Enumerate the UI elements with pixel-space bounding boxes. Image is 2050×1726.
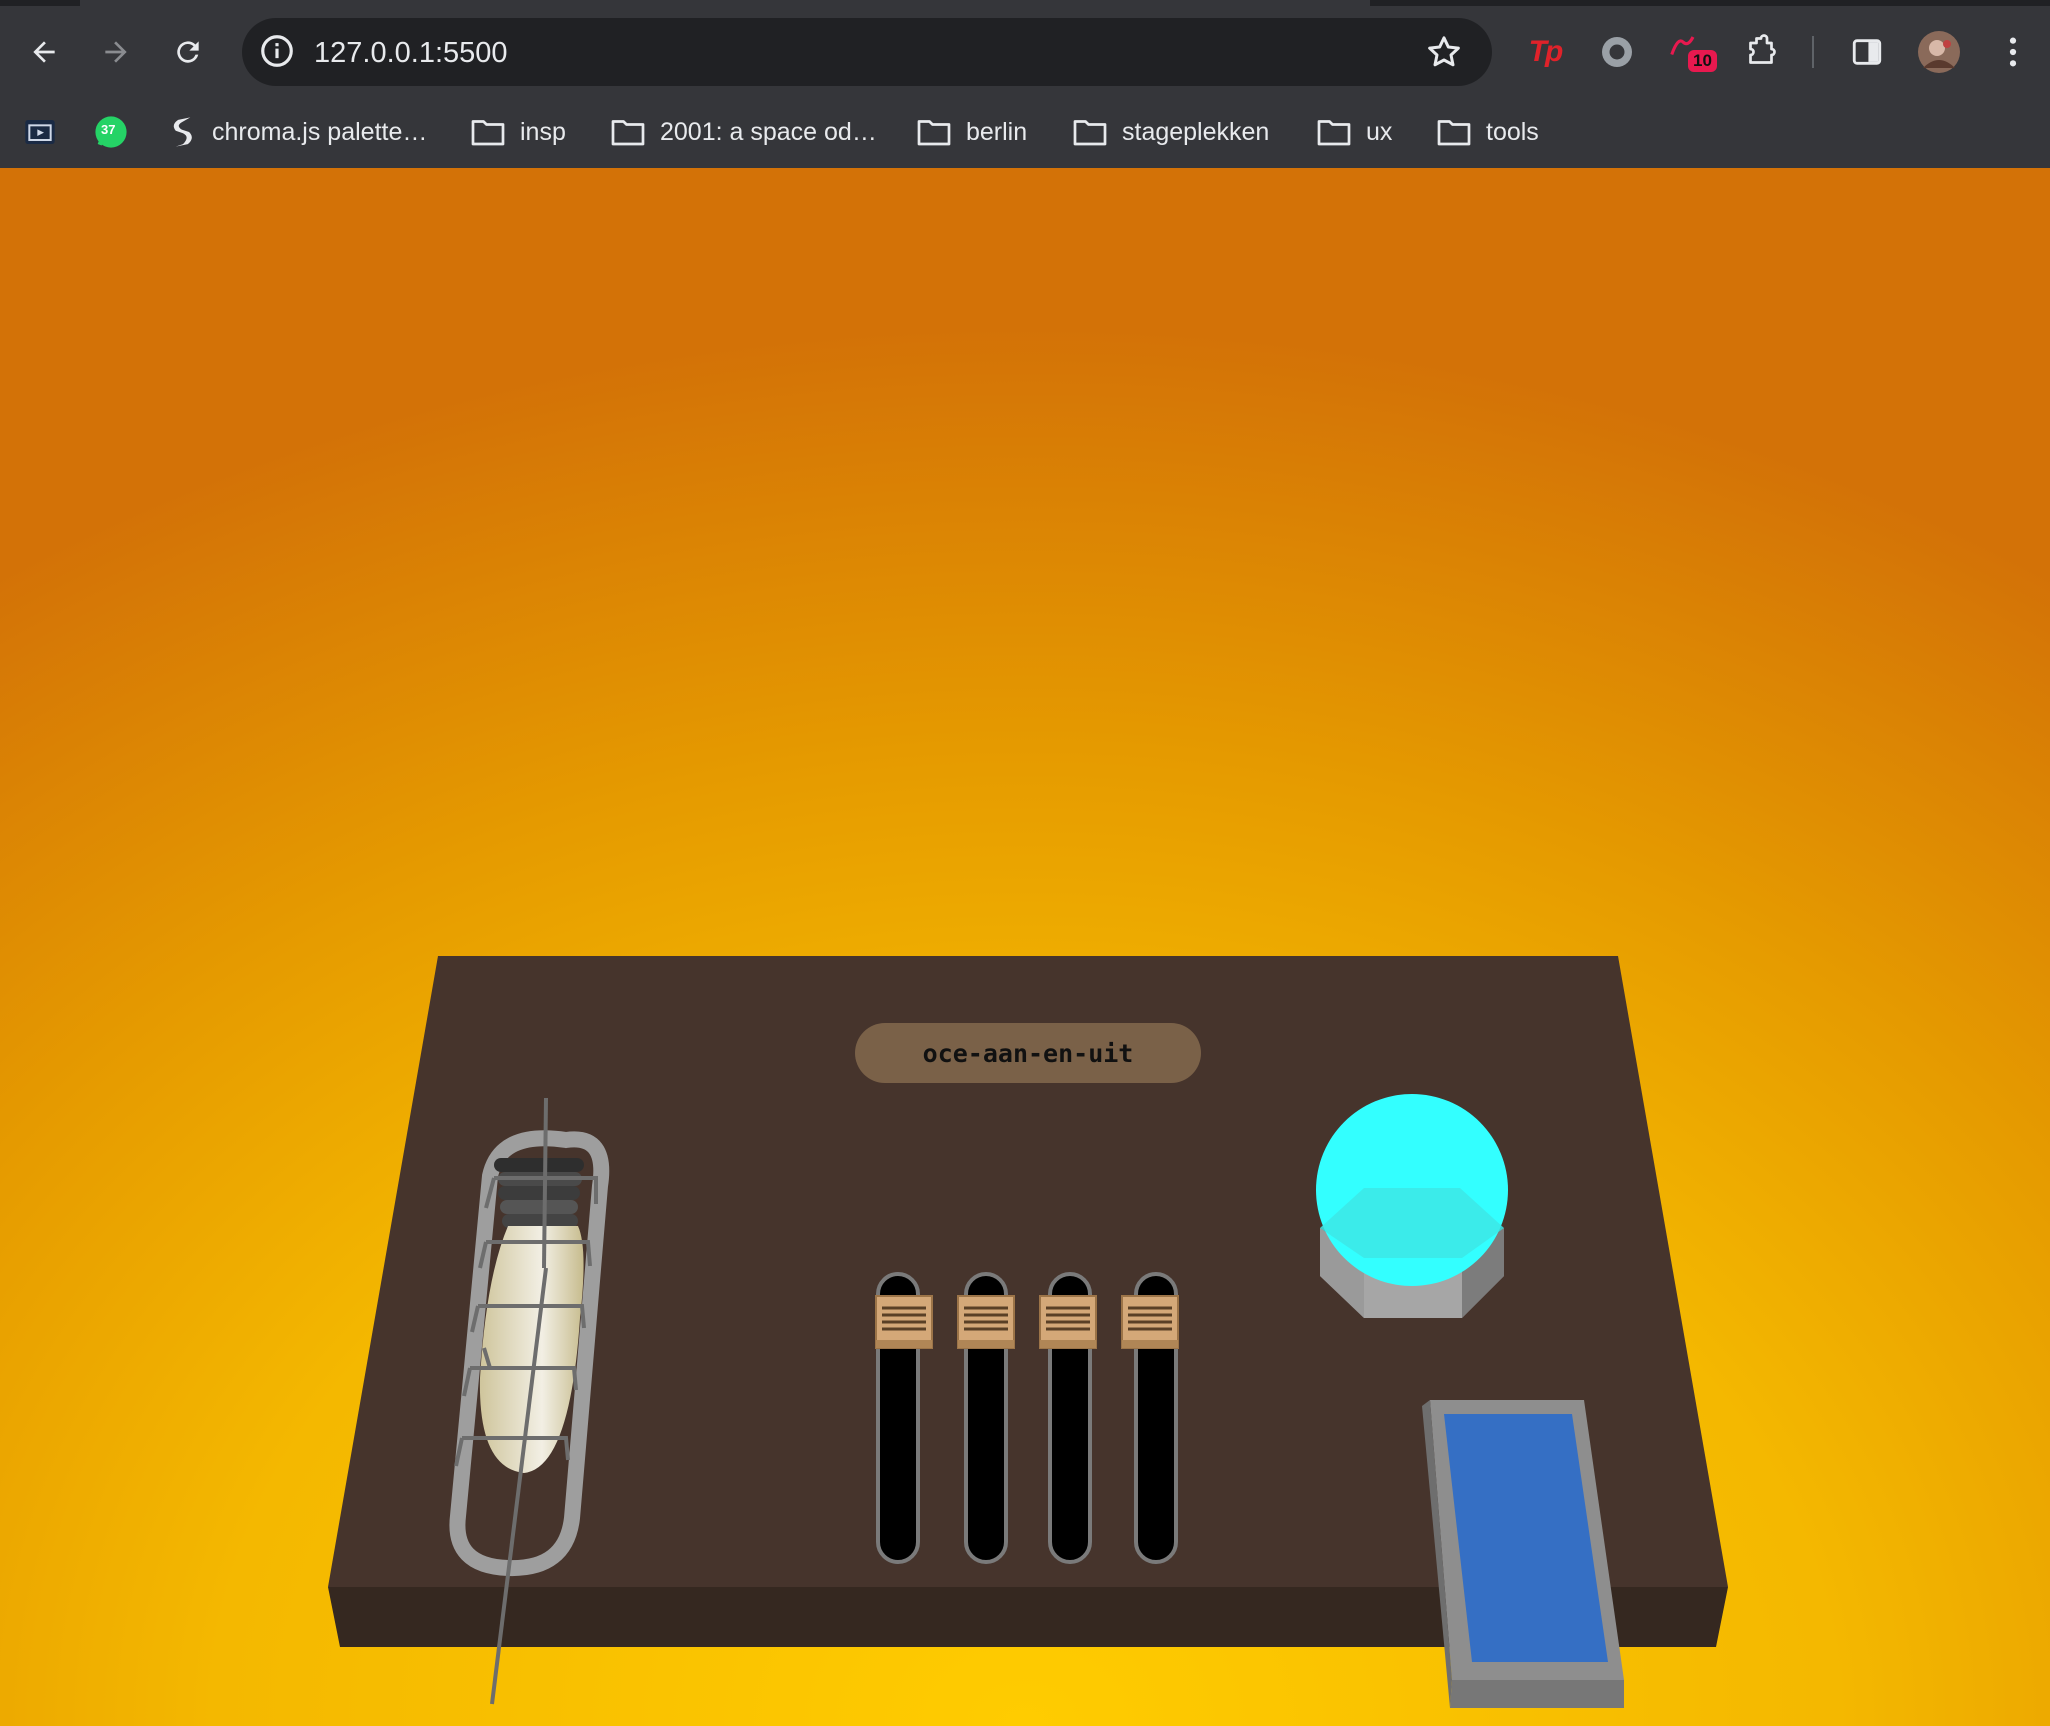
reload-button[interactable]	[164, 28, 212, 76]
chroma-icon	[173, 117, 192, 147]
bookmark-chroma[interactable]: chroma.js palette…	[168, 104, 427, 160]
device-scene	[328, 956, 1728, 1708]
url-text: 127.0.0.1:5500	[314, 37, 508, 69]
lamp-socket	[494, 1158, 584, 1228]
folder-icon	[471, 120, 505, 146]
back-arrow-icon	[33, 41, 55, 63]
tab-strip	[0, 0, 2050, 6]
tp-extension-icon[interactable]: Tp	[1520, 26, 1570, 78]
toolbar-separator	[1812, 36, 1814, 68]
bookmark-whatsapp[interactable]: 37	[94, 104, 128, 160]
forward-button[interactable]	[92, 28, 140, 76]
bookmark-label: chroma.js palette…	[212, 117, 428, 146]
bookmark-folder-stageplekken[interactable]: stageplekken	[1072, 104, 1269, 160]
screen-frame-bottom	[1450, 1680, 1624, 1708]
slider-knob[interactable]	[1121, 1295, 1179, 1349]
whatsapp-badge: 37	[101, 122, 116, 137]
folder-icon	[1317, 120, 1351, 146]
slider-knob[interactable]	[875, 1295, 933, 1349]
bookmark-label: insp	[520, 117, 566, 146]
bookmark-folder-berlin[interactable]: berlin	[916, 104, 1027, 160]
bookmark-folder-tools[interactable]: tools	[1436, 104, 1539, 160]
notes-extension-badge: 10	[1688, 50, 1717, 72]
tv-icon	[25, 120, 55, 144]
extensions-puzzle-icon[interactable]	[1736, 26, 1786, 78]
device-label: oce-aan-en-uit	[855, 1023, 1201, 1083]
bookmark-label: tools	[1486, 117, 1539, 146]
slider-3[interactable]	[1039, 1272, 1097, 1564]
bookmarks-bar: 37 chroma.js palette… insp 2001: a space…	[0, 104, 2050, 160]
back-button[interactable]	[20, 28, 68, 76]
profile-avatar[interactable]	[1914, 26, 1964, 78]
reload-icon	[177, 41, 199, 63]
browser-chrome: 127.0.0.1:5500 Tp 10 37 chroma.js palett…	[0, 0, 2050, 168]
bookmark-label: ux	[1366, 117, 1393, 146]
orb-button[interactable]	[1316, 1094, 1508, 1318]
tp-extension-label: Tp	[1528, 35, 1564, 68]
bookmark-label: berlin	[966, 117, 1028, 146]
page-viewport: oce-aan-en-uit	[0, 168, 2050, 1726]
slider-knob[interactable]	[957, 1295, 1015, 1349]
address-bar[interactable]: 127.0.0.1:5500	[242, 18, 1492, 86]
circle-extension-icon[interactable]	[1592, 26, 1642, 78]
folder-icon	[1073, 120, 1107, 146]
bookmark-folder-insp[interactable]: insp	[470, 104, 566, 160]
side-panel-icon[interactable]	[1842, 26, 1892, 78]
browser-menu-icon[interactable]	[1988, 26, 2038, 78]
folder-icon	[1437, 120, 1471, 146]
slider-knob[interactable]	[1039, 1295, 1097, 1349]
forward-arrow-icon	[105, 41, 127, 63]
site-info-icon[interactable]	[258, 32, 296, 75]
bookmark-folder-2001[interactable]: 2001: a space od…	[610, 104, 877, 160]
slider-2[interactable]	[957, 1272, 1015, 1564]
bookmark-label: 2001: a space od…	[660, 117, 877, 146]
bookmark-star-icon[interactable]	[1424, 32, 1464, 77]
folder-icon	[917, 120, 951, 146]
bookmark-folder-ux[interactable]: ux	[1316, 104, 1392, 160]
bookmark-tv[interactable]	[24, 104, 56, 160]
bookmark-label: stageplekken	[1122, 117, 1270, 146]
notes-extension-icon[interactable]: 10	[1666, 26, 1717, 78]
folder-icon	[611, 120, 645, 146]
